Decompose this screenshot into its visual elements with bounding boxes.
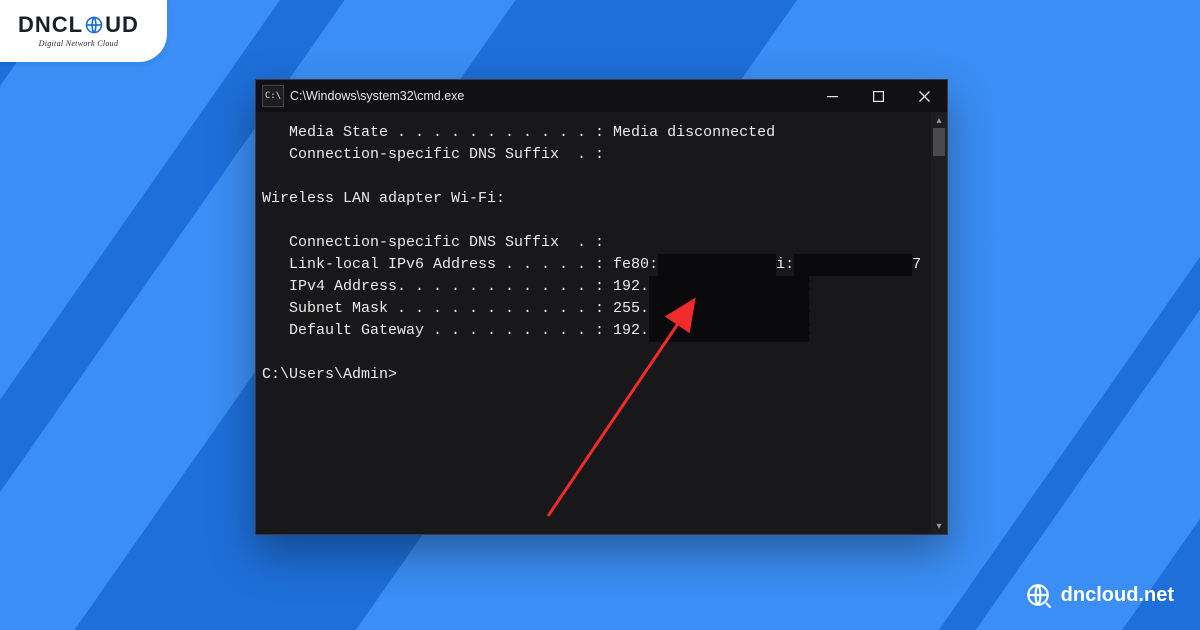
line-ipv4-label: IPv4 Address. . . . . . . . . . . : 192. <box>262 278 649 295</box>
terminal-output[interactable]: Media State . . . . . . . . . . . : Medi… <box>256 112 931 534</box>
globe-icon <box>1025 582 1051 608</box>
titlebar[interactable]: C:\ C:\Windows\system32\cmd.exe <box>256 80 947 112</box>
brand-name-right: UD <box>105 12 139 38</box>
redacted-subnet: XXXXXXXXXXXXXXXXXX <box>649 298 809 320</box>
minimize-button[interactable] <box>809 80 855 112</box>
brand-tagline: Digital Network Cloud <box>39 39 119 48</box>
brand-name: DNCL UD <box>18 12 139 38</box>
cursor-caret <box>397 364 405 380</box>
scroll-up-icon[interactable]: ▴ <box>931 112 947 128</box>
line-media-state: Media State . . . . . . . . . . . : Medi… <box>262 124 775 141</box>
line-ipv6-tail: 7 <box>912 256 921 273</box>
cmd-window: C:\ C:\Windows\system32\cmd.exe Media St… <box>255 79 948 535</box>
close-button[interactable] <box>901 80 947 112</box>
redacted-ipv6-a: XXXXXXXXXXXXX <box>658 254 776 276</box>
scroll-down-icon[interactable]: ▾ <box>931 518 947 534</box>
line-ipv6-mid: i: <box>776 256 794 273</box>
line-dns-1: Connection-specific DNS Suffix . : <box>262 146 604 163</box>
cmd-icon: C:\ <box>262 85 284 107</box>
line-adapter: Wireless LAN adapter Wi-Fi: <box>262 190 505 207</box>
prompt: C:\Users\Admin> <box>262 366 397 383</box>
line-gateway-label: Default Gateway . . . . . . . . . : 192. <box>262 322 649 339</box>
line-subnet-label: Subnet Mask . . . . . . . . . . . : 255. <box>262 300 649 317</box>
vertical-scrollbar[interactable]: ▴ ▾ <box>931 112 947 534</box>
redacted-gateway: XXXXXXXXXXXXXXXXXX <box>649 320 809 342</box>
brand-name-left: DNCL <box>18 12 83 38</box>
redacted-ipv6-b: XXXXXXXXXXXXX <box>794 254 912 276</box>
footer-brand: dncloud.net <box>1025 582 1174 608</box>
line-dns-2: Connection-specific DNS Suffix . : <box>262 234 604 251</box>
maximize-button[interactable] <box>855 80 901 112</box>
redacted-ipv4: XXXXXXXXXXXXXXXXXX <box>649 276 809 298</box>
brand-logo-chip: DNCL UD Digital Network Cloud <box>0 0 167 62</box>
line-ipv6-label: Link-local IPv6 Address . . . . . : fe80… <box>262 256 658 273</box>
scroll-thumb[interactable] <box>933 128 945 156</box>
globe-icon <box>84 15 104 35</box>
footer-site: dncloud.net <box>1061 584 1174 607</box>
window-title: C:\Windows\system32\cmd.exe <box>290 89 464 103</box>
